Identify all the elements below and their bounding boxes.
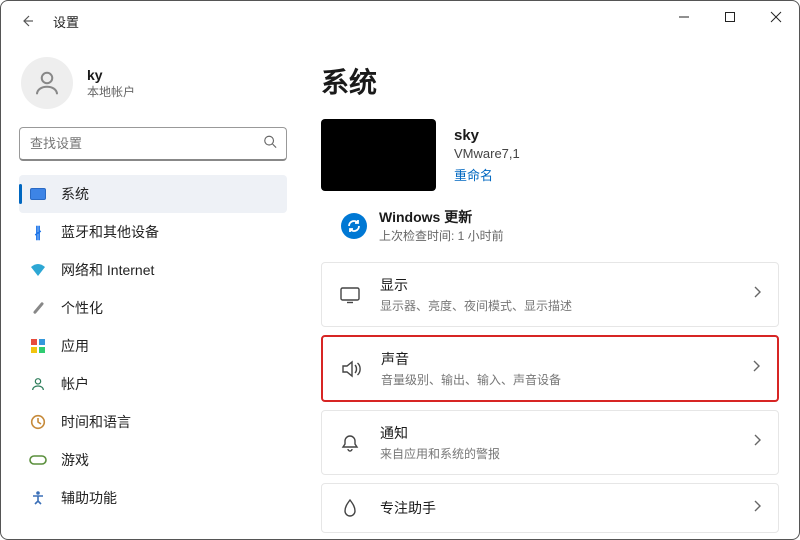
chevron-right-icon xyxy=(752,285,762,304)
card-title: 显示 xyxy=(380,275,734,295)
system-icon xyxy=(29,185,47,203)
nav-label: 辅助功能 xyxy=(61,488,117,508)
update-text: Windows 更新 上次检查时间: 1 小时前 xyxy=(379,207,504,244)
back-button[interactable] xyxy=(15,9,39,33)
rename-link[interactable]: 重命名 xyxy=(454,165,520,184)
update-sub: 上次检查时间: 1 小时前 xyxy=(379,227,504,244)
profile-block[interactable]: ky 本地帐户 xyxy=(21,57,287,109)
search-icon xyxy=(263,135,277,154)
maximize-button[interactable] xyxy=(707,1,753,33)
nav-accounts[interactable]: 帐户 xyxy=(19,365,287,403)
card-display[interactable]: 显示 显示器、亮度、夜间模式、显示描述 xyxy=(321,262,779,327)
chevron-right-icon xyxy=(752,499,762,518)
bluetooth-icon: ∦ xyxy=(29,223,47,241)
nav-personalization[interactable]: 个性化 xyxy=(19,289,287,327)
personalization-icon xyxy=(29,299,47,317)
card-sub: 显示器、亮度、夜间模式、显示描述 xyxy=(380,297,734,314)
device-row: sky VMware7,1 重命名 xyxy=(321,119,779,191)
card-sound[interactable]: 声音 音量级别、输出、输入、声音设备 xyxy=(321,335,779,402)
notifications-icon xyxy=(338,431,362,455)
nav-apps[interactable]: 应用 xyxy=(19,327,287,365)
apps-icon xyxy=(29,337,47,355)
nav-accessibility[interactable]: 辅助功能 xyxy=(19,479,287,517)
profile-sub: 本地帐户 xyxy=(87,83,135,100)
nav-label: 游戏 xyxy=(61,450,89,470)
card-sub: 来自应用和系统的警报 xyxy=(380,445,734,462)
chevron-right-icon xyxy=(751,359,761,378)
maximize-icon xyxy=(724,11,736,23)
card-sub: 音量级别、输出、输入、声音设备 xyxy=(381,371,733,388)
time-icon xyxy=(29,413,47,431)
nav-label: 帐户 xyxy=(61,374,89,394)
nav-list: 系统 ∦ 蓝牙和其他设备 网络和 Internet 个性化 应用 帐户 时间和语言… xyxy=(19,175,287,517)
card-body: 专注助手 xyxy=(380,498,734,518)
device-picture xyxy=(321,119,436,191)
card-title: 声音 xyxy=(381,349,733,369)
windows-update-row[interactable]: Windows 更新 上次检查时间: 1 小时前 xyxy=(321,207,779,244)
nav-gaming[interactable]: 游戏 xyxy=(19,441,287,479)
settings-window: 设置 ky 本地帐户 xyxy=(0,0,800,540)
display-icon xyxy=(338,283,362,307)
nav-label: 系统 xyxy=(61,184,89,204)
card-title: 通知 xyxy=(380,423,734,443)
content: ky 本地帐户 系统 ∦ 蓝牙和其他设备 网络和 Internet 个性化 应用 … xyxy=(1,41,799,539)
device-model: VMware7,1 xyxy=(454,146,520,161)
update-title: Windows 更新 xyxy=(379,207,504,227)
card-body: 显示 显示器、亮度、夜间模式、显示描述 xyxy=(380,275,734,314)
nav-network[interactable]: 网络和 Internet xyxy=(19,251,287,289)
nav-label: 时间和语言 xyxy=(61,412,131,432)
device-name: sky xyxy=(454,127,520,144)
page-heading: 系统 xyxy=(321,61,779,101)
titlebar: 设置 xyxy=(1,1,799,41)
nav-label: 网络和 Internet xyxy=(61,260,154,280)
nav-label: 蓝牙和其他设备 xyxy=(61,222,159,242)
card-notifications[interactable]: 通知 来自应用和系统的警报 xyxy=(321,410,779,475)
main-pane: 系统 sky VMware7,1 重命名 Windows 更新 上次检查时间: … xyxy=(301,41,799,539)
device-info: sky VMware7,1 重命名 xyxy=(454,127,520,184)
update-icon xyxy=(341,213,367,239)
sidebar: ky 本地帐户 系统 ∦ 蓝牙和其他设备 网络和 Internet 个性化 应用 … xyxy=(1,41,301,539)
window-title: 设置 xyxy=(53,12,79,31)
profile-text: ky 本地帐户 xyxy=(87,67,135,100)
close-button[interactable] xyxy=(753,1,799,33)
nav-bluetooth[interactable]: ∦ 蓝牙和其他设备 xyxy=(19,213,287,251)
card-title: 专注助手 xyxy=(380,498,734,518)
card-body: 通知 来自应用和系统的警报 xyxy=(380,423,734,462)
arrow-left-icon xyxy=(19,13,35,29)
focus-icon xyxy=(338,496,362,520)
accessibility-icon xyxy=(29,489,47,507)
nav-system[interactable]: 系统 xyxy=(19,175,287,213)
accounts-icon xyxy=(29,375,47,393)
minimize-button[interactable] xyxy=(661,1,707,33)
close-icon xyxy=(770,11,782,23)
sound-icon xyxy=(339,357,363,381)
card-body: 声音 音量级别、输出、输入、声音设备 xyxy=(381,349,733,388)
gaming-icon xyxy=(29,451,47,469)
avatar xyxy=(21,57,73,109)
window-controls xyxy=(661,1,799,33)
network-icon xyxy=(29,261,47,279)
nav-label: 个性化 xyxy=(61,298,103,318)
search-input[interactable] xyxy=(19,127,287,161)
profile-name: ky xyxy=(87,67,135,83)
minimize-icon xyxy=(678,11,690,23)
chevron-right-icon xyxy=(752,433,762,452)
card-focus[interactable]: 专注助手 xyxy=(321,483,779,533)
person-icon xyxy=(32,68,62,98)
nav-time[interactable]: 时间和语言 xyxy=(19,403,287,441)
search-box xyxy=(19,127,287,161)
nav-label: 应用 xyxy=(61,336,89,356)
